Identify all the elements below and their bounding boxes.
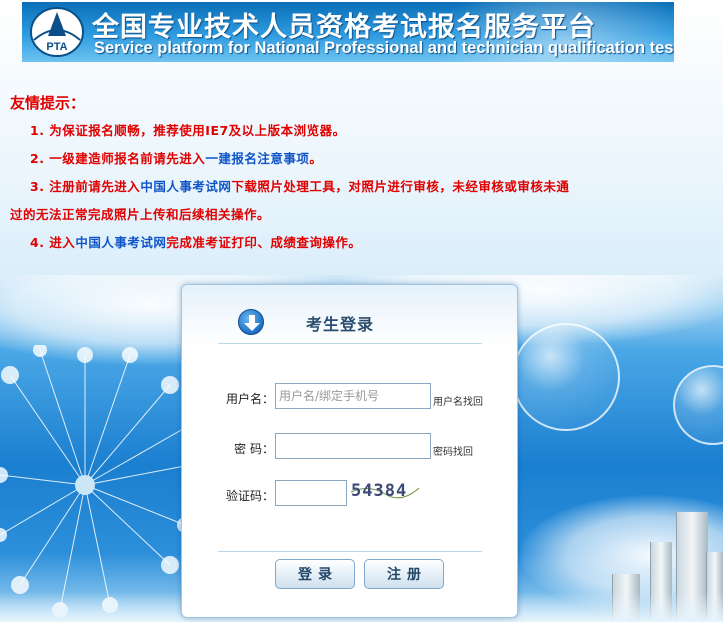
captcha-image[interactable]: 54384 bbox=[349, 478, 421, 502]
tip-item-3-cont: 过的无法正常完成照片上传和后续相关操作。 bbox=[10, 207, 271, 222]
cpta-link-print[interactable]: 中国人事考试网 bbox=[75, 235, 166, 250]
login-title: 考生登录 bbox=[306, 315, 375, 334]
divider bbox=[218, 343, 482, 344]
yijian-notice-link[interactable]: 一建报名注意事项 bbox=[205, 151, 309, 166]
register-button[interactable]: 注册 bbox=[364, 559, 444, 589]
tip-item-3: 3. 注册前请先进入中国人事考试网下载照片处理工具，对照片进行审核，未经审核或审… bbox=[30, 179, 570, 194]
dandelion-image bbox=[0, 345, 198, 618]
login-panel: 考生登录 用户名： 用户名找回 密 码： 密码找回 验证码： 54384 登录 … bbox=[181, 284, 518, 618]
tips-section: 友情提示： 1. 为保证报名顺畅，推荐使用IE7及以上版本浏览器。 2. 一级建… bbox=[10, 92, 710, 257]
login-button[interactable]: 登录 bbox=[275, 559, 355, 589]
password-label: 密 码： bbox=[234, 442, 274, 456]
pta-logo: PTA bbox=[30, 7, 84, 57]
tip-item-2: 2. 一级建造师报名前请先进入一建报名注意事项。 bbox=[30, 151, 323, 166]
tip-item-4: 4. 进入中国人事考试网完成准考证打印、成绩查询操作。 bbox=[30, 235, 362, 250]
header-banner: PTA 全国专业技术人员资格考试报名服务平台 Service platform … bbox=[22, 2, 674, 62]
username-recovery-link[interactable]: 用户名找回 bbox=[433, 393, 483, 408]
tip-item-1: 1. 为保证报名顺畅，推荐使用IE7及以上版本浏览器。 bbox=[30, 123, 346, 138]
username-input[interactable] bbox=[275, 383, 431, 409]
captcha-text: 54384 bbox=[351, 481, 407, 501]
captcha-input[interactable] bbox=[275, 480, 347, 506]
bubble-decoration bbox=[512, 323, 620, 431]
password-input[interactable] bbox=[275, 433, 431, 459]
password-recovery-link[interactable]: 密码找回 bbox=[433, 443, 473, 458]
site-subtitle: Service platform for National Profession… bbox=[94, 39, 674, 57]
bubble-decoration bbox=[673, 365, 723, 445]
divider bbox=[218, 551, 482, 552]
tips-title: 友情提示： bbox=[10, 94, 86, 112]
arrow-down-icon bbox=[238, 309, 264, 335]
logo-text: PTA bbox=[46, 41, 67, 53]
captcha-label: 验证码： bbox=[225, 489, 274, 503]
cpta-link-download[interactable]: 中国人事考试网 bbox=[140, 179, 231, 194]
username-label: 用户名： bbox=[225, 392, 274, 406]
